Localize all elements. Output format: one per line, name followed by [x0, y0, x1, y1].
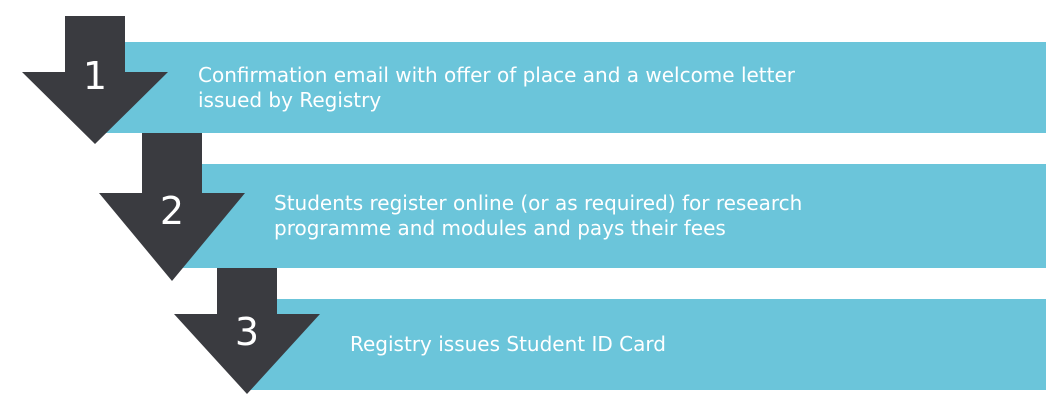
- step-1-bar: Confirmation email with offer of place a…: [100, 42, 1046, 133]
- step-3-text: Registry issues Student ID Card: [350, 332, 666, 357]
- step-2-text: Students register online (or as required…: [274, 191, 802, 241]
- step-3-bar: Registry issues Student ID Card: [250, 299, 1046, 390]
- step-1-number: 1: [82, 54, 108, 98]
- step-3-number: 3: [234, 310, 260, 354]
- step-3-text-line-1: Registry issues Student ID Card: [350, 332, 666, 356]
- step-2-text-line-2: programme and modules and pays their fee…: [274, 216, 726, 240]
- step-1-text-line-1: Confirmation email with offer of place a…: [198, 62, 796, 87]
- step-2-bar: Students register online (or as required…: [175, 164, 1046, 268]
- step-1-text-line-2: issued by Registry: [198, 87, 382, 112]
- step-2-text-line-1: Students register online (or as required…: [274, 191, 803, 215]
- step-2-number: 2: [159, 189, 185, 233]
- step-1-text: Confirmation email with offer of place a…: [198, 63, 795, 113]
